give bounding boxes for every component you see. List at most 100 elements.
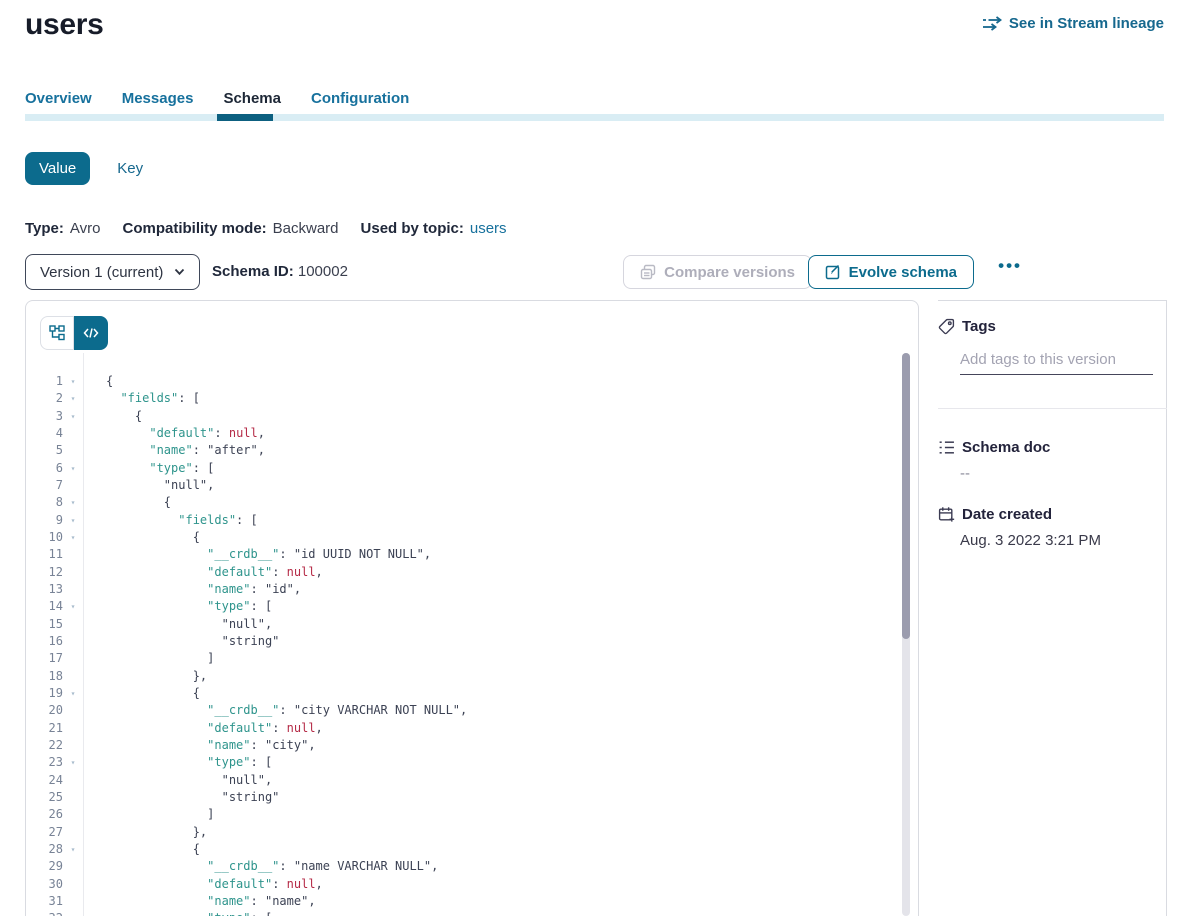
fold-spacer [63,772,83,789]
code-line: 29 "__crdb__": "name VARCHAR NULL", [26,858,918,875]
code-line: 12 "default": null, [26,564,918,581]
evolve-schema-button[interactable]: Evolve schema [808,255,974,289]
stream-lineage-link[interactable]: See in Stream lineage [983,15,1164,32]
fold-spacer [63,546,83,563]
fold-caret-icon[interactable]: ▾ [63,754,83,771]
tab-overview[interactable]: Overview [25,90,92,107]
fold-spacer [63,893,83,910]
tab-schema[interactable]: Schema [223,90,281,107]
more-actions-button[interactable]: ••• [998,256,1022,276]
code-line: 18 }, [26,668,918,685]
compare-icon [640,264,656,280]
code-line: 1▾{ [26,373,918,390]
line-number: 14 [26,598,63,615]
code-line: 6▾ "type": [ [26,460,918,477]
stream-lineage-icon [983,16,1002,31]
line-number: 21 [26,720,63,737]
meta-label: Used by topic: [361,220,464,237]
code-text: "type": [ [83,754,272,771]
fold-caret-icon[interactable]: ▾ [63,460,83,477]
line-number: 28 [26,841,63,858]
tags-title: Tags [962,318,996,335]
line-number: 4 [26,425,63,442]
fold-spacer [63,702,83,719]
line-number: 8 [26,494,63,511]
fold-spacer [63,581,83,598]
code-line: 9▾ "fields": [ [26,512,918,529]
line-number: 20 [26,702,63,719]
tab-messages[interactable]: Messages [122,90,194,107]
key-toggle-button[interactable]: Key [117,160,143,177]
code-line: 16 "string" [26,633,918,650]
fold-spacer [63,737,83,754]
code-line: 11 "__crdb__": "id UUID NOT NULL", [26,546,918,563]
code-text: "name": "name", [83,893,316,910]
code-line: 20 "__crdb__": "city VARCHAR NOT NULL", [26,702,918,719]
fold-spacer [63,876,83,893]
code-line: 24 "null", [26,772,918,789]
code-line: 4 "default": null, [26,425,918,442]
meta-label: Type: [25,220,64,237]
fold-caret-icon[interactable]: ▾ [63,494,83,511]
tab-bar: Overview Messages Schema Configuration [25,90,409,107]
code-text: { [83,841,200,858]
schema-id-value: 100002 [298,263,348,280]
value-toggle-button[interactable]: Value [25,152,90,185]
code-editor[interactable]: 1▾{2▾ "fields": [3▾ {4 "default": null,5… [26,373,918,916]
code-text: "default": null, [83,564,323,581]
compare-versions-label: Compare versions [664,264,795,281]
add-tags-input[interactable] [960,351,1153,375]
line-number: 16 [26,633,63,650]
fold-spacer [63,806,83,823]
code-text: "fields": [ [83,390,200,407]
meta-pair: Type: Avro [25,220,100,237]
code-view-button[interactable] [74,316,108,350]
code-line: 28▾ { [26,841,918,858]
schema-meta-row: Type: Avro Compatibility mode:Backward Used… [25,220,507,237]
code-text: }, [83,668,207,685]
fold-caret-icon[interactable]: ▾ [63,685,83,702]
tree-view-button[interactable] [40,316,74,350]
code-text: "name": "city", [83,737,316,754]
meta-value: Avro [70,220,101,237]
code-line: 32▾ "type": [ [26,910,918,916]
fold-caret-icon[interactable]: ▾ [63,910,83,916]
fold-spacer [63,650,83,667]
code-line: 23▾ "type": [ [26,754,918,771]
compare-versions-button[interactable]: Compare versions [623,255,812,289]
version-select[interactable]: Version 1 (current) [25,254,200,290]
schema-doc-title: Schema doc [962,439,1050,456]
value-key-toggle: Value Key [25,152,143,185]
fold-caret-icon[interactable]: ▾ [63,390,83,407]
code-line: 30 "default": null, [26,876,918,893]
code-text: "string" [83,789,279,806]
line-number: 7 [26,477,63,494]
tab-underline-track [25,114,1164,121]
fold-caret-icon[interactable]: ▾ [63,408,83,425]
tab-configuration[interactable]: Configuration [311,90,409,107]
date-created-section: Date created Aug. 3 2022 3:21 PM [938,506,1166,549]
fold-spacer [63,442,83,459]
meta-value-link[interactable]: users [470,220,507,237]
code-text: ] [83,650,214,667]
code-line: 27 }, [26,824,918,841]
code-text: "name": "after", [83,442,265,459]
code-text: { [83,529,200,546]
fold-caret-icon[interactable]: ▾ [63,512,83,529]
fold-caret-icon[interactable]: ▾ [63,598,83,615]
line-number: 30 [26,876,63,893]
fold-caret-icon[interactable]: ▾ [63,841,83,858]
fold-spacer [63,858,83,875]
code-text: "type": [ [83,460,214,477]
fold-caret-icon[interactable]: ▾ [63,373,83,390]
code-text: "default": null, [83,425,265,442]
code-line: 22 "name": "city", [26,737,918,754]
fold-caret-icon[interactable]: ▾ [63,529,83,546]
code-text: { [83,373,113,390]
code-line: 19▾ { [26,685,918,702]
code-line: 15 "null", [26,616,918,633]
line-number: 18 [26,668,63,685]
scrollbar-thumb[interactable] [902,353,910,639]
line-number: 9 [26,512,63,529]
meta-pair: Compatibility mode:Backward [122,220,338,237]
